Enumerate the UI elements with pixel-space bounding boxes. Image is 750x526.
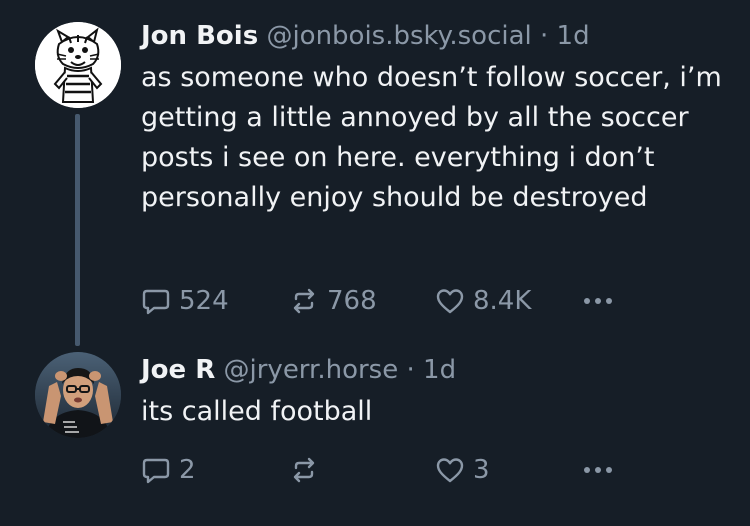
repost-count: 768 <box>327 286 377 316</box>
author-handle[interactable]: @jonbois.bsky.social <box>266 21 531 51</box>
post-header: Jon Bois @jonbois.bsky.social · 1d <box>141 18 730 54</box>
more-options-button[interactable] <box>581 452 615 488</box>
author-display-name[interactable]: Jon Bois <box>141 21 258 51</box>
post-content: Joe R @jryerr.horse · 1d its called foot… <box>141 352 730 432</box>
reply-count: 524 <box>179 286 229 316</box>
like-count: 3 <box>473 455 490 485</box>
speech-bubble-icon <box>142 289 170 315</box>
avatar-cartoon-tiger-image <box>35 22 121 108</box>
avatar-person-photo-image <box>35 352 121 438</box>
heart-icon <box>436 289 464 314</box>
repost-arrows-icon <box>293 288 315 314</box>
post-header: Joe R @jryerr.horse · 1d <box>141 352 730 388</box>
post-actions: 2 3 <box>141 452 641 488</box>
reply-button[interactable]: 2 <box>141 452 196 488</box>
like-button[interactable]: 3 <box>435 452 490 488</box>
post-age[interactable]: 1d <box>423 355 456 385</box>
thread: Jon Bois @jonbois.bsky.social · 1d as so… <box>0 0 750 526</box>
more-dots-icon <box>584 467 612 473</box>
reply-count: 2 <box>179 455 196 485</box>
speech-bubble-icon <box>142 458 170 484</box>
author-display-name[interactable]: Joe R <box>141 355 215 385</box>
author-handle[interactable]: @jryerr.horse <box>224 355 399 385</box>
separator-dot: · <box>540 21 549 51</box>
like-button[interactable]: 8.4K <box>435 283 531 319</box>
post-age[interactable]: 1d <box>557 21 590 51</box>
more-options-button[interactable] <box>581 283 615 319</box>
reply-button[interactable]: 524 <box>141 283 229 319</box>
post-text: as someone who doesn’t follow soccer, i’… <box>141 62 722 213</box>
post-text: its called football <box>141 396 373 427</box>
post-content: Jon Bois @jonbois.bsky.social · 1d as so… <box>141 18 730 218</box>
avatar[interactable] <box>35 352 121 438</box>
repost-button[interactable]: 768 <box>289 283 377 319</box>
repost-button[interactable] <box>289 452 327 488</box>
heart-icon <box>436 458 464 483</box>
repost-arrows-icon <box>293 457 315 483</box>
more-dots-icon <box>584 298 612 304</box>
thread-connector-line <box>75 114 80 346</box>
like-count: 8.4K <box>473 286 532 316</box>
avatar[interactable] <box>35 22 121 108</box>
separator-dot: · <box>406 355 415 385</box>
post-actions: 524 768 8.4K <box>141 283 641 319</box>
